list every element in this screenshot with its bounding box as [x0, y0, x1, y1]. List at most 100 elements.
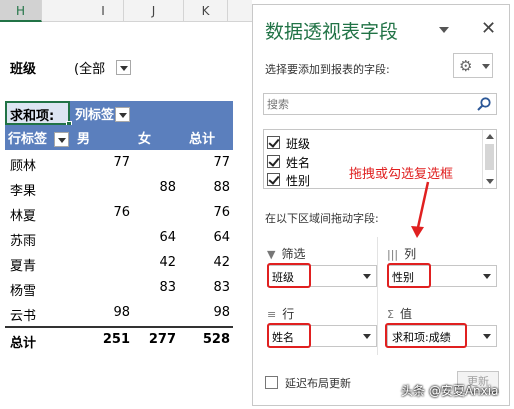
search-icon[interactable]	[476, 96, 492, 112]
row-name: 云书	[10, 309, 37, 324]
choose-fields-label: 选择要添加到报表的字段:	[265, 63, 390, 76]
highlight-box	[385, 323, 467, 348]
grand-total-male: 251	[102, 332, 130, 347]
col-male-header: 男	[77, 132, 91, 147]
field-checkbox[interactable]	[267, 155, 280, 168]
areas-divider	[377, 237, 378, 355]
chevron-down-icon[interactable]	[483, 334, 491, 339]
panel-options-dropdown-icon[interactable]	[439, 27, 449, 33]
column-header-j[interactable]: J	[124, 0, 184, 22]
scroll-thumb[interactable]	[485, 144, 494, 170]
close-icon[interactable]: ✕	[481, 18, 496, 39]
total-value: 77	[213, 155, 230, 170]
rows-area-title: 行	[282, 307, 295, 321]
column-header-i[interactable]: I	[83, 0, 124, 22]
table-row: 云书 98 98	[5, 301, 233, 325]
columns-area-header: ||| 列	[387, 245, 416, 262]
row-labels-dropdown[interactable]	[54, 132, 69, 147]
male-value: 76	[113, 205, 130, 220]
total-value: 83	[213, 280, 230, 295]
highlight-box	[387, 263, 431, 288]
field-item-class[interactable]: 班级	[264, 134, 484, 152]
total-value: 88	[213, 180, 230, 195]
filter-value: (全部	[74, 62, 106, 77]
table-row: 李果 88 88	[5, 176, 233, 200]
column-labels-header: 列标签	[75, 108, 115, 123]
total-value: 98	[213, 305, 230, 320]
col-female-header: 女	[138, 132, 152, 147]
search-input[interactable]	[267, 96, 467, 112]
grand-total-row: 总计 251 277 528	[5, 326, 233, 352]
filter-icon: ▼	[267, 248, 276, 261]
annotation-arrow-icon	[411, 181, 430, 238]
pivot-fields-panel: 数据透视表字段 ✕ 选择要添加到报表的字段: ⚙ 班级 姓名 性别	[252, 4, 510, 406]
grand-total-female: 277	[148, 332, 176, 347]
male-value: 98	[113, 305, 130, 320]
field-label: 班级	[286, 137, 311, 151]
male-value: 77	[113, 155, 130, 170]
table-row: 杨雪 83 83	[5, 276, 233, 300]
female-value: 88	[159, 180, 176, 195]
gear-icon: ⚙	[459, 57, 473, 75]
value-header: 求和项:	[10, 109, 55, 124]
values-area-header: Σ值	[387, 305, 412, 322]
highlight-box	[267, 323, 311, 348]
columns-icon: |||	[387, 248, 399, 261]
column-headers: H I J K	[0, 0, 252, 22]
row-name: 苏雨	[10, 234, 37, 249]
drag-fields-label: 在以下区域间拖动字段:	[265, 212, 379, 225]
row-labels-header: 行标签	[8, 132, 48, 147]
report-filter-row: 班级 (全部	[0, 56, 140, 78]
column-header-h[interactable]: H	[0, 0, 42, 22]
total-value: 42	[213, 255, 230, 270]
column-header-k[interactable]: K	[184, 0, 228, 22]
sigma-icon: Σ	[387, 308, 394, 321]
defer-update-checkbox[interactable]	[265, 376, 278, 389]
column-labels-dropdown[interactable]	[115, 107, 130, 122]
filters-area-title: 筛选	[281, 247, 306, 261]
field-list-scrollbar[interactable]	[482, 130, 496, 188]
col-total-header: 总计	[189, 132, 216, 147]
search-field[interactable]	[263, 93, 497, 115]
rows-area-header: ≡ 行	[267, 305, 294, 322]
female-value: 83	[159, 280, 176, 295]
filters-area-header: ▼ 筛选	[267, 245, 305, 262]
female-value: 64	[159, 230, 176, 245]
panel-title: 数据透视表字段	[265, 21, 399, 43]
total-value: 64	[213, 230, 230, 245]
filter-dropdown-button[interactable]	[116, 60, 131, 75]
chevron-down-icon[interactable]	[363, 334, 371, 339]
field-label: 姓名	[286, 156, 311, 170]
field-checkbox[interactable]	[267, 173, 280, 186]
field-checkbox[interactable]	[267, 136, 280, 149]
filter-label: 班级	[10, 62, 37, 77]
row-name: 顾林	[10, 159, 37, 174]
table-row: 林夏 76 76	[5, 201, 233, 225]
female-value: 42	[159, 255, 176, 270]
total-value: 76	[213, 205, 230, 220]
selected-cell[interactable]: 求和项:	[5, 101, 70, 125]
chevron-down-icon	[482, 64, 490, 69]
grand-total-label: 总计	[10, 336, 37, 351]
chevron-down-icon[interactable]	[363, 274, 371, 279]
row-name: 李果	[10, 184, 37, 199]
defer-update-label: 延迟布局更新	[285, 377, 351, 390]
pivot-header-row-2: 行标签 男 女 总计	[5, 125, 233, 150]
table-row: 苏雨 64 64	[5, 226, 233, 250]
field-label: 性别	[286, 174, 311, 188]
rows-icon: ≡	[267, 308, 277, 321]
layout-options-button[interactable]: ⚙	[453, 53, 493, 78]
grand-total-value: 528	[202, 332, 230, 347]
scroll-down-icon[interactable]	[486, 179, 494, 184]
row-name: 杨雪	[10, 284, 37, 299]
table-row: 夏青 42 42	[5, 251, 233, 275]
watermark: 头条 @安夏Anxia	[401, 384, 499, 398]
spreadsheet-area: H I J K 班级 (全部 列标签 求和项: 行标签 男 女 总计 顾林 77…	[0, 0, 252, 409]
chevron-down-icon[interactable]	[483, 274, 491, 279]
scroll-up-icon[interactable]	[486, 134, 494, 139]
row-name: 夏青	[10, 259, 37, 274]
table-row: 顾林 77 77	[5, 151, 233, 175]
row-name: 林夏	[10, 209, 37, 224]
columns-area-title: 列	[404, 247, 417, 261]
values-area-title: 值	[399, 307, 412, 321]
